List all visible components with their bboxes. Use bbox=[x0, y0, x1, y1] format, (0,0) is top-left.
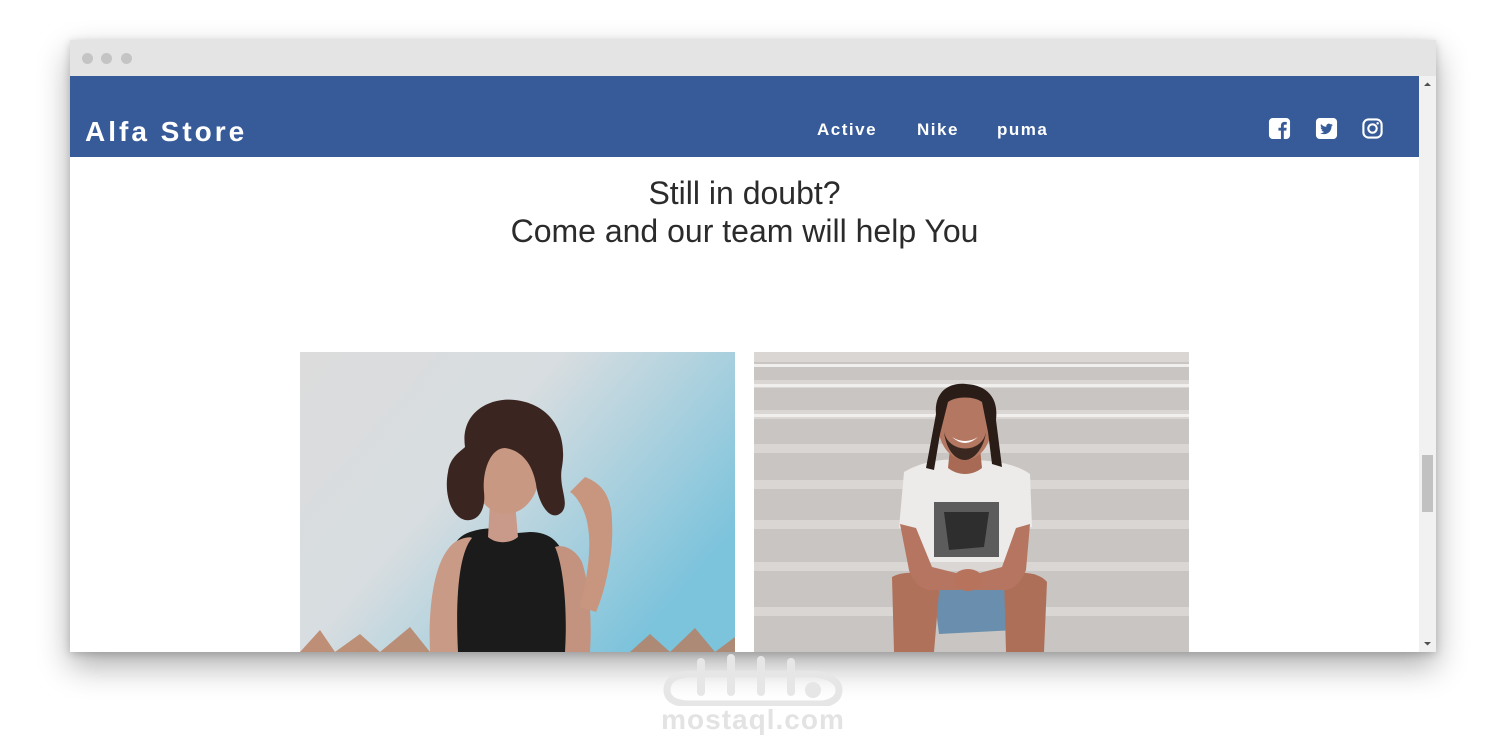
mostaql-logo-icon bbox=[663, 654, 843, 706]
section-heading-line-1: Still in doubt? bbox=[648, 175, 841, 211]
twitter-icon[interactable] bbox=[1315, 117, 1338, 140]
window-control-dot[interactable] bbox=[121, 53, 132, 64]
section-heading-line-2: Come and our team will help You bbox=[510, 213, 979, 249]
nav-link-active[interactable]: Active bbox=[817, 120, 877, 140]
screenshot-stage: Alfa Store Active Nike puma Still in dou… bbox=[0, 0, 1506, 752]
man-on-stairs-photo bbox=[754, 352, 1189, 652]
window-titlebar bbox=[70, 40, 1436, 76]
window-control-dot[interactable] bbox=[82, 53, 93, 64]
scroll-up-arrow-icon[interactable] bbox=[1419, 76, 1436, 93]
window-control-dot[interactable] bbox=[101, 53, 112, 64]
nav-link-puma[interactable]: puma bbox=[997, 120, 1048, 140]
navbar: Alfa Store Active Nike puma bbox=[70, 76, 1419, 157]
instagram-icon[interactable] bbox=[1361, 117, 1384, 140]
woman-portrait-photo bbox=[300, 352, 735, 652]
watermark: mostaql.com bbox=[0, 648, 1506, 748]
nav-link-nike[interactable]: Nike bbox=[917, 120, 959, 140]
browser-window: Alfa Store Active Nike puma Still in dou… bbox=[70, 40, 1436, 652]
scrollbar-thumb[interactable] bbox=[1422, 455, 1433, 512]
page-viewport: Alfa Store Active Nike puma Still in dou… bbox=[70, 76, 1419, 652]
watermark-text: mostaql.com bbox=[661, 704, 845, 735]
facebook-icon[interactable] bbox=[1268, 117, 1291, 140]
brand-logo-text[interactable]: Alfa Store bbox=[85, 116, 247, 148]
vertical-scrollbar[interactable] bbox=[1419, 76, 1436, 652]
